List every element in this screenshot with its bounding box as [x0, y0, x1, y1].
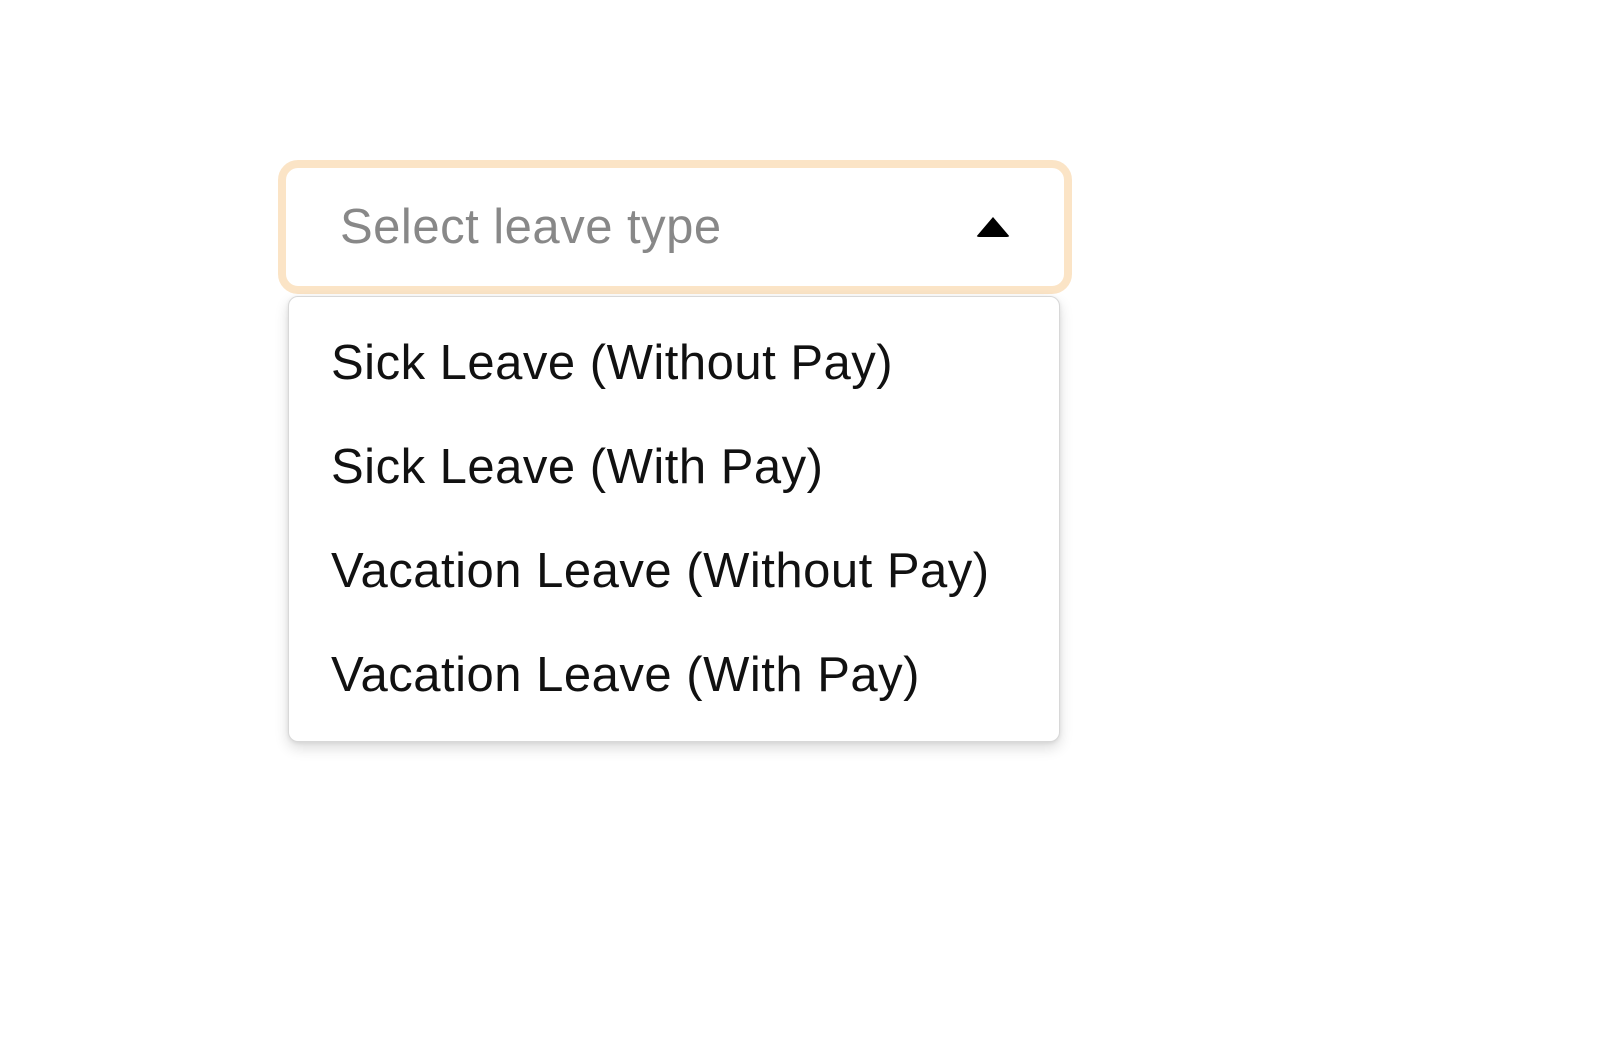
- dropdown-option-sick-without-pay[interactable]: Sick Leave (Without Pay): [289, 311, 1059, 415]
- dropdown-placeholder: Select leave type: [340, 199, 722, 255]
- dropdown-menu: Sick Leave (Without Pay) Sick Leave (Wit…: [288, 296, 1060, 742]
- caret-up-icon: [976, 217, 1010, 237]
- leave-type-dropdown: Select leave type Sick Leave (Without Pa…: [278, 160, 1072, 294]
- dropdown-option-sick-with-pay[interactable]: Sick Leave (With Pay): [289, 415, 1059, 519]
- dropdown-option-vacation-without-pay[interactable]: Vacation Leave (Without Pay): [289, 519, 1059, 623]
- dropdown-option-vacation-with-pay[interactable]: Vacation Leave (With Pay): [289, 623, 1059, 727]
- dropdown-trigger[interactable]: Select leave type: [278, 160, 1072, 294]
